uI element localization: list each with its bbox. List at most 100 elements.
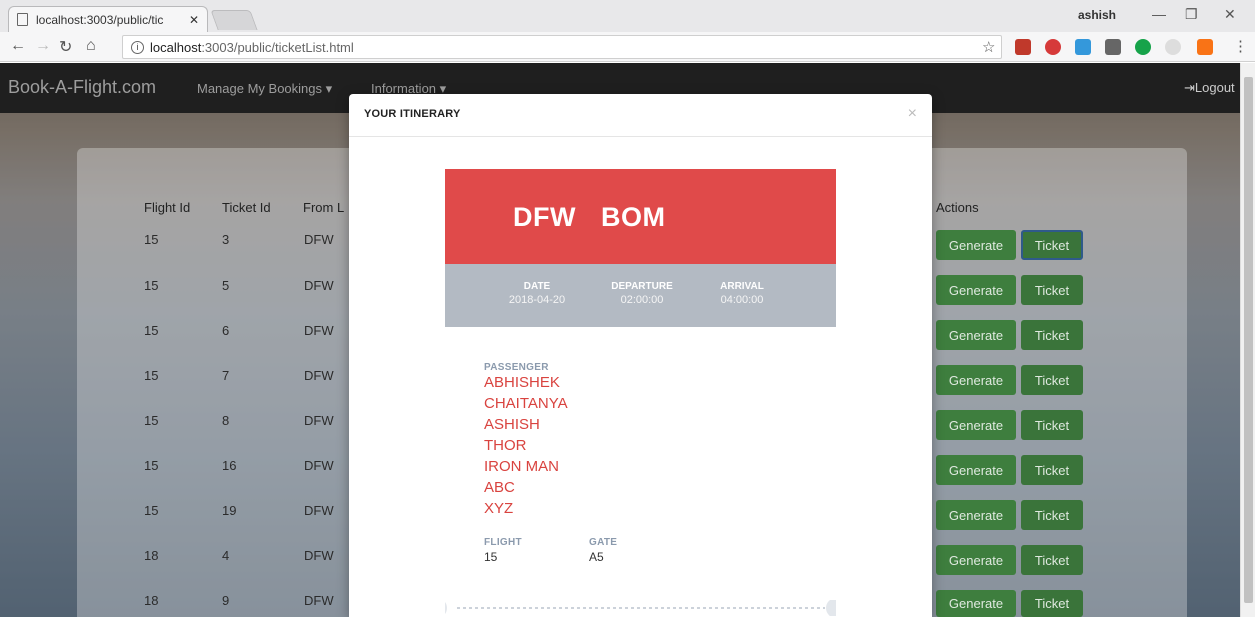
flight-value: 15 [484, 550, 498, 564]
minimize-icon[interactable]: — [1152, 6, 1166, 22]
flight-id-cell: 15 [144, 323, 159, 338]
from-cell: DFW [304, 548, 334, 563]
maximize-icon[interactable]: ❐ [1185, 6, 1198, 23]
new-tab-button[interactable] [210, 10, 258, 30]
departure-label: DEPARTURE [611, 281, 673, 292]
passenger-name: THOR [484, 437, 527, 454]
generate-button[interactable]: Generate [936, 320, 1016, 350]
generate-button[interactable]: Generate [936, 455, 1016, 485]
destination-code: BOM [601, 202, 666, 232]
generate-button[interactable]: Generate [936, 500, 1016, 530]
extension-orange-icon[interactable] [1197, 39, 1213, 55]
extension-grey-icon[interactable] [1105, 39, 1121, 55]
ticket-button[interactable]: Ticket [1021, 590, 1083, 617]
ticket-button[interactable]: Ticket [1021, 455, 1083, 485]
flight-times-band: DATE 2018-04-20 DEPARTURE 02:00:00 ARRIV… [445, 264, 836, 327]
ticket-id-cell: 6 [222, 323, 230, 338]
generate-button[interactable]: Generate [936, 365, 1016, 395]
header-ticket-id: Ticket Id [222, 200, 271, 215]
from-cell: DFW [304, 593, 334, 608]
ticket-button[interactable]: Ticket [1021, 500, 1083, 530]
flight-id-cell: 15 [144, 368, 159, 383]
departure-value: 02:00:00 [620, 294, 664, 306]
ticket-id-cell: 19 [222, 503, 237, 518]
date-label: DATE [523, 281, 551, 292]
flight-id-cell: 15 [144, 232, 159, 247]
ticket-tear-line [445, 600, 836, 616]
passenger-name: ABHISHEK [484, 374, 560, 391]
browser-toolbar: ← → ↻ ⌂ i localhost:3003/public/ticketLi… [0, 32, 1255, 62]
generate-button[interactable]: Generate [936, 410, 1016, 440]
close-tab-icon[interactable]: ✕ [189, 13, 199, 27]
from-cell: DFW [304, 278, 334, 293]
ticket-id-cell: 3 [222, 232, 230, 247]
url-host: localhost [150, 39, 202, 55]
manage-bookings-dropdown[interactable]: Manage My Bookings ▾ [197, 81, 332, 97]
ticket-button[interactable]: Ticket [1021, 365, 1083, 395]
logout-link[interactable]: ⇥Logout [1184, 80, 1235, 96]
from-cell: DFW [304, 503, 334, 518]
ticket-button[interactable]: Ticket [1021, 410, 1083, 440]
address-bar[interactable]: i localhost:3003/public/ticketList.html [122, 35, 1002, 59]
back-icon[interactable]: ← [10, 37, 26, 55]
info-icon[interactable]: i [131, 40, 144, 54]
passenger-name: IRON MAN [484, 458, 559, 475]
gate-value: A5 [589, 550, 604, 564]
bookmark-star-icon[interactable]: ☆ [982, 38, 995, 56]
origin-code: DFW [513, 202, 576, 232]
arrival-label: ARRIVAL [720, 281, 764, 292]
passenger-label: PASSENGER [484, 362, 549, 373]
from-cell: DFW [304, 458, 334, 473]
close-window-icon[interactable]: ✕ [1224, 6, 1236, 23]
modal-header: YOUR ITINERARY × [349, 94, 932, 137]
reload-icon[interactable]: ↻ [59, 37, 72, 57]
tab-title: localhost:3003/public/tic [36, 12, 164, 27]
profile-name[interactable]: ashish [1078, 8, 1116, 22]
forward-icon[interactable]: → [35, 37, 51, 55]
passenger-name: ABC [484, 479, 515, 496]
header-from-location: From L [303, 200, 345, 215]
menu-dots-icon[interactable]: ⋮ [1233, 37, 1248, 55]
itinerary-modal: YOUR ITINERARY × DFW BOM DATE 2018-04-20… [349, 94, 932, 617]
page-scrollbar[interactable] [1240, 63, 1255, 617]
flight-id-cell: 15 [144, 458, 159, 473]
generate-button[interactable]: Generate [936, 230, 1016, 260]
extension-blue-icon[interactable] [1075, 39, 1091, 55]
home-icon[interactable]: ⌂ [86, 37, 96, 55]
ticket-button[interactable]: Ticket [1021, 230, 1083, 260]
ticket-id-cell: 4 [222, 548, 230, 563]
ticket-button[interactable]: Ticket [1021, 275, 1083, 305]
passenger-name: XYZ [484, 500, 514, 517]
browser-tab-strip: localhost:3003/public/tic ✕ ashish — ❐ ✕ [0, 0, 1255, 32]
passenger-name: CHAITANYA [484, 395, 568, 412]
gate-label: GATE [589, 537, 618, 548]
extension-link-icon[interactable] [1165, 39, 1181, 55]
ticket-button[interactable]: Ticket [1021, 320, 1083, 350]
document-icon [17, 13, 28, 26]
grammarly-icon[interactable] [1135, 39, 1151, 55]
browser-tab[interactable]: localhost:3003/public/tic ✕ [8, 6, 208, 32]
ticket-button[interactable]: Ticket [1021, 545, 1083, 575]
ticket-id-cell: 16 [222, 458, 237, 473]
logout-icon: ⇥ [1184, 80, 1195, 95]
route-banner: DFW BOM [445, 169, 836, 264]
from-cell: DFW [304, 232, 334, 247]
generate-button[interactable]: Generate [936, 545, 1016, 575]
flight-label: FLIGHT [484, 537, 522, 548]
site-brand[interactable]: Book-A-Flight.com [8, 77, 156, 98]
close-modal-button[interactable]: × [908, 105, 917, 123]
url-path: :3003/public/ticketList.html [201, 39, 354, 55]
header-actions: Actions [936, 200, 979, 215]
date-value: 2018-04-20 [508, 294, 566, 306]
arrival-value: 04:00:00 [720, 294, 764, 306]
adblock-icon[interactable] [1045, 39, 1061, 55]
generate-button[interactable]: Generate [936, 275, 1016, 305]
scrollbar-thumb[interactable] [1244, 77, 1253, 603]
flight-id-cell: 15 [144, 503, 159, 518]
ticket-id-cell: 9 [222, 593, 230, 608]
extension-red-icon[interactable] [1015, 39, 1031, 55]
header-flight-id: Flight Id [144, 200, 191, 215]
generate-button[interactable]: Generate [936, 590, 1016, 617]
flight-id-cell: 15 [144, 413, 159, 428]
from-cell: DFW [304, 413, 334, 428]
